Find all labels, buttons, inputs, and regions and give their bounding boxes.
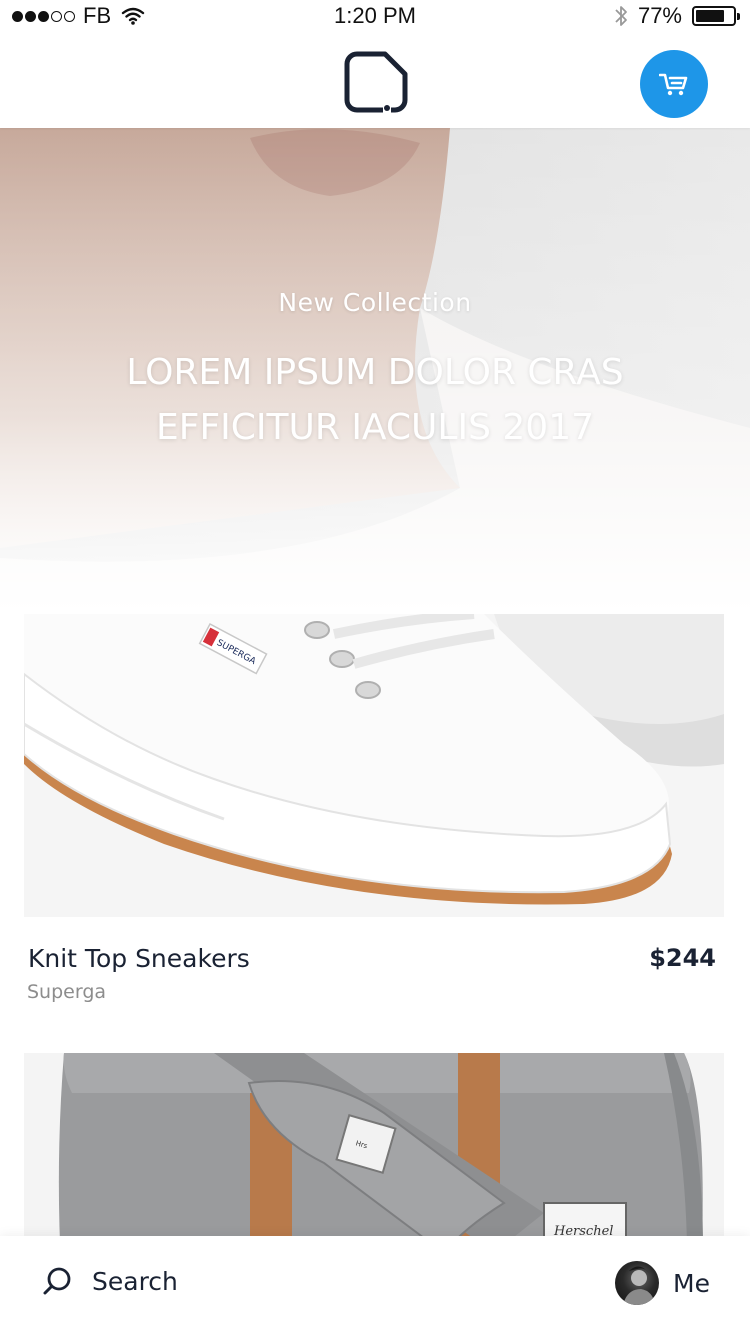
avatar (615, 1261, 660, 1305)
search-icon (43, 1267, 71, 1295)
app-screen: FB 1:20 PM 77% New Collection LOREM IPSU… (0, 0, 750, 1334)
battery-icon (692, 6, 740, 26)
sneaker-image: SUPERGA (24, 614, 724, 917)
battery-percent: 77% (637, 3, 682, 28)
hero-banner[interactable]: New Collection LOREM IPSUM DOLOR CRAS EF… (0, 128, 750, 614)
product-name: Knit Top Sneakers (28, 944, 250, 973)
avatar-image (623, 1266, 656, 1305)
battery-level (696, 10, 724, 22)
product-card[interactable]: SUPERGA Knit Top Sneakers Superga $244 (24, 614, 724, 1003)
brand-logo-icon[interactable] (343, 50, 409, 114)
hero-title: LOREM IPSUM DOLOR CRAS EFFICITUR IACULIS… (126, 352, 624, 448)
status-right: 77% (614, 3, 740, 29)
hero-subtitle: New Collection (278, 288, 472, 317)
product-price: $244 (649, 944, 716, 972)
cart-icon (659, 73, 688, 96)
tab-search[interactable]: Search (42, 1266, 178, 1296)
tab-me-label: Me (673, 1268, 710, 1298)
product-brand: Superga (27, 981, 107, 1003)
status-bar: FB 1:20 PM 77% (0, 0, 750, 32)
top-nav-bar (0, 32, 750, 128)
bluetooth-icon (615, 6, 627, 26)
tab-search-label: Search (92, 1266, 178, 1296)
hero-text: New Collection LOREM IPSUM DOLOR CRAS EF… (0, 288, 750, 455)
tab-me[interactable]: Me (615, 1261, 710, 1305)
product-image[interactable]: SUPERGA (24, 614, 724, 917)
bottom-tab-bar: Search Me (0, 1236, 750, 1334)
cart-button[interactable] (640, 50, 708, 118)
